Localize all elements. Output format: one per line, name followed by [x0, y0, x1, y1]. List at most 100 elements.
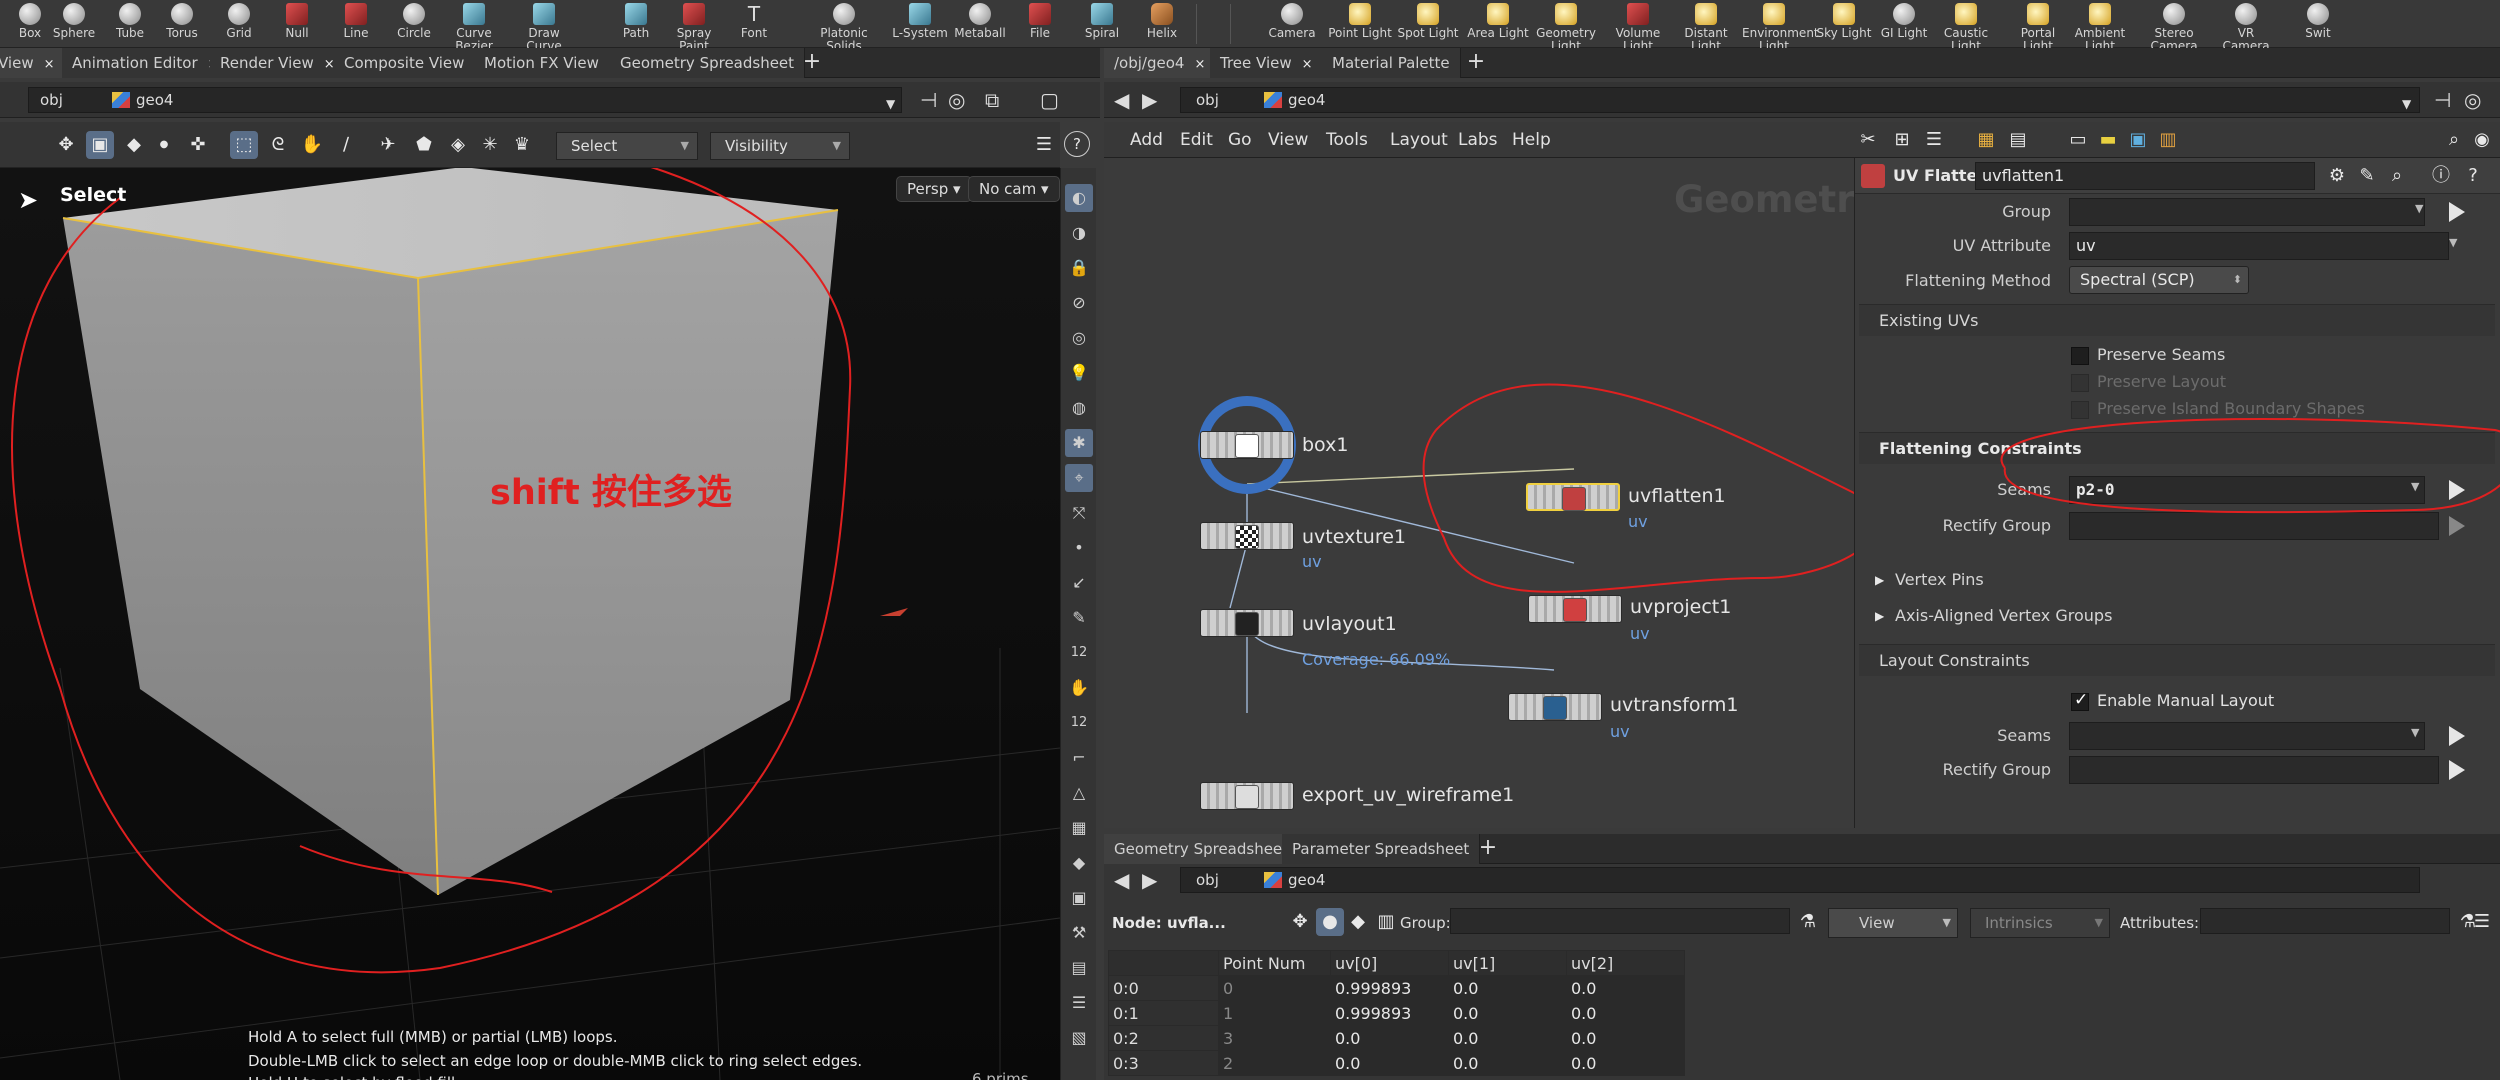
3d-viewport[interactable]: shift 按住多选 ➤ Select Persp ▾ No cam ▾ Hol… [0, 168, 1060, 1080]
tree-icon[interactable]: ⊞ [1888, 126, 1916, 154]
shade-icon[interactable]: ✱ [1065, 429, 1093, 457]
path-geo[interactable]: geo4 [112, 87, 173, 113]
ss-intrinsics-dropdown[interactable]: Intrinsics ▼ [1970, 908, 2110, 938]
forward-icon[interactable]: ▶ [1142, 870, 1157, 890]
menu-tools[interactable]: Tools [1326, 122, 1368, 158]
tab-composite-view[interactable]: Composite View× [334, 48, 497, 78]
ss-path-obj[interactable]: obj [1196, 867, 1219, 893]
points-mode-icon[interactable]: ✥ [1286, 908, 1314, 936]
shelf-caustic-light-tool[interactable]: Caustic Light [1934, 0, 1998, 53]
path-dropdown-icon[interactable]: ▼ [2402, 94, 2411, 114]
table-row[interactable]: 0:2 3 0.0 0.0 0.0 [1108, 1025, 1685, 1051]
shelf-switcher-tool[interactable]: Swit [2286, 0, 2350, 48]
shelf-distant-light-tool[interactable]: Distant Light [1674, 0, 1738, 53]
node-uvtransform1[interactable] [1508, 693, 1602, 721]
layout-seams-arrow-icon[interactable] [2449, 726, 2465, 746]
node-name-field[interactable]: uvflatten1 [1975, 162, 2315, 190]
shelf-grid-tool[interactable]: Grid [207, 0, 271, 48]
tab-motion-fx-view[interactable]: Motion FX View× [474, 48, 631, 78]
chevron-down-icon[interactable]: ▼ [2449, 236, 2457, 249]
add-tab-icon[interactable]: + [800, 48, 824, 78]
rectify-select-arrow-icon[interactable] [2449, 516, 2465, 536]
camera-menu[interactable]: No cam ▾ [968, 176, 1060, 202]
menu-add[interactable]: Add [1130, 122, 1163, 158]
select-dot-icon[interactable]: ● [150, 131, 178, 159]
table-row[interactable]: 0:0 0 0.999893 0.0 0.0 [1108, 975, 1685, 1001]
preserve-layout-checkbox[interactable] [2071, 374, 2089, 392]
shelf-portal-light-tool[interactable]: Portal Light [2006, 0, 2070, 53]
camera-icon[interactable]: ◑ [1065, 219, 1093, 247]
uv-icon[interactable]: ▦ [1065, 814, 1093, 842]
ss-attributes-field[interactable] [2200, 908, 2450, 934]
select-visible-icon[interactable]: ✈ [374, 131, 402, 159]
shelf-curve-bezier-tool[interactable]: Curve Bezier [442, 0, 506, 53]
prims-mode-icon[interactable]: ◆ [1344, 908, 1372, 936]
ghost-icon[interactable]: ⊘ [1065, 289, 1093, 317]
existing-uvs-section[interactable]: Existing UVs [1859, 304, 2495, 336]
view-icon[interactable]: ◐ [1065, 184, 1093, 212]
chevron-down-icon[interactable]: ▼ [2411, 726, 2419, 739]
menu-view[interactable]: View [1268, 122, 1308, 158]
shelf-metaball-tool[interactable]: Metaball [948, 0, 1012, 48]
shelf-ambient-light-tool[interactable]: Ambient Light [2068, 0, 2132, 53]
net-path-obj[interactable]: obj [1196, 87, 1219, 113]
stats-icon[interactable]: ⚒ [1065, 919, 1093, 947]
shelf-sphere-tool[interactable]: Sphere [42, 0, 106, 48]
shelf-environment-light-tool[interactable]: Environment Light [1742, 0, 1819, 53]
persp-menu[interactable]: Persp ▾ [896, 176, 972, 202]
search-icon[interactable]: ⌕ [2440, 126, 2468, 154]
node-box1[interactable] [1200, 431, 1294, 459]
chevron-down-icon[interactable]: ▼ [2411, 480, 2419, 493]
back-icon[interactable]: ◀ [1114, 870, 1129, 890]
forward-icon[interactable]: ▶ [1142, 90, 1157, 110]
lasso-select-icon[interactable]: ᘓ [264, 131, 292, 159]
ss-group-field[interactable] [1450, 908, 1790, 934]
select-group-icon[interactable]: ⬟ [410, 131, 438, 159]
shelf-draw-curve-tool[interactable]: Draw Curve [512, 0, 576, 53]
table-row[interactable]: 0:3 2 0.0 0.0 0.0 [1108, 1050, 1685, 1076]
node-uvflatten1[interactable] [1526, 483, 1620, 511]
help-icon[interactable]: ? [1064, 131, 1090, 157]
color-palette-icon[interactable]: ▦ [1972, 126, 2000, 154]
layout-constraints-section[interactable]: Layout Constraints [1859, 644, 2495, 676]
shelf-platonic-solids-tool[interactable]: Platonic Solids [812, 0, 876, 53]
pan-icon[interactable]: ☰ [1065, 989, 1093, 1017]
network-path-field[interactable] [1180, 87, 2420, 113]
column-header[interactable]: uv[2] [1566, 950, 1685, 976]
add-tab-icon[interactable]: + [1464, 48, 1488, 78]
render-icon[interactable]: ▧ [1065, 1024, 1093, 1052]
shelf-camera-tool[interactable]: Camera [1260, 0, 1324, 48]
uv-attribute-field[interactable]: uv [2069, 232, 2449, 260]
table-row[interactable]: 0:1 1 0.999893 0.0 0.0 [1108, 1000, 1685, 1026]
light-icon[interactable]: 💡 [1065, 359, 1093, 387]
select-shape-icon[interactable]: ♛ [508, 131, 536, 159]
vertex-pins-folder[interactable]: Vertex Pins [1859, 563, 2495, 597]
net-path-geo[interactable]: geo4 [1264, 87, 1325, 113]
tools-icon[interactable]: ✂ [1854, 126, 1882, 154]
close-icon[interactable]: × [44, 57, 55, 72]
cube-left-face[interactable] [63, 218, 438, 895]
shelf-sky-light-tool[interactable]: Sky Light [1812, 0, 1876, 48]
lock-icon[interactable]: 🔒 [1065, 254, 1093, 282]
shelf-torus-tool[interactable]: Torus [150, 0, 214, 48]
axis-aligned-folder[interactable]: Axis-Aligned Vertex Groups [1859, 599, 2495, 633]
shelf-geometry-light-tool[interactable]: Geometry Light [1534, 0, 1598, 53]
box-icon[interactable]: ▥ [2154, 126, 2182, 154]
select-prims-icon[interactable]: ✜ [184, 131, 212, 159]
laser-select-icon[interactable]: ∕ [332, 131, 360, 159]
layout-rectify-field[interactable] [2069, 756, 2439, 784]
menu-layout[interactable]: Layout [1390, 122, 1448, 158]
info-icon[interactable]: ⓘ [2427, 162, 2455, 190]
shelf-null-tool[interactable]: Null [265, 0, 329, 48]
preserve-seams-checkbox[interactable] [2071, 347, 2089, 365]
flattening-method-dropdown[interactable]: Spectral (SCP) ⬍ [2069, 266, 2249, 294]
select-connected-icon[interactable]: ◈ [444, 131, 472, 159]
measure-icon[interactable]: ✎ [1065, 604, 1093, 632]
pin-icon[interactable]: ⊣ [920, 90, 937, 110]
shelf-point-light-tool[interactable]: Point Light [1328, 0, 1392, 48]
node-uvtexture1[interactable] [1200, 522, 1294, 550]
link-icon[interactable]: ◎ [948, 90, 965, 110]
cube-front-face[interactable] [418, 210, 838, 895]
shelf-vr-camera-tool[interactable]: VR Camera [2214, 0, 2278, 53]
shelf-volume-light-tool[interactable]: Volume Light [1606, 0, 1670, 53]
